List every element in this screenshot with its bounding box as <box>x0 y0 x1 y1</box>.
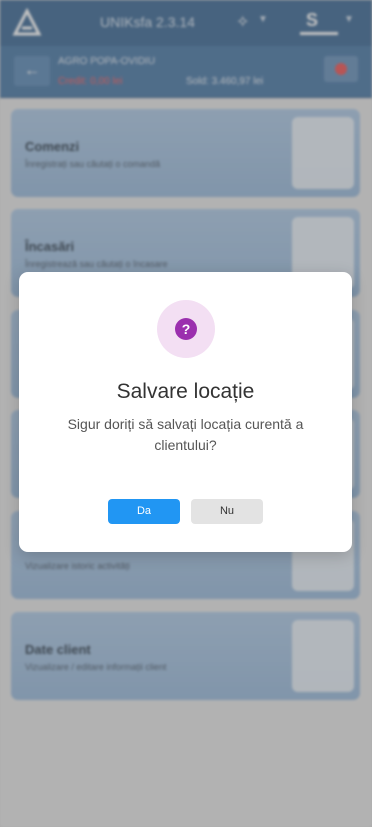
question-icon: ? <box>175 318 197 340</box>
no-button[interactable]: Nu <box>191 499 263 524</box>
question-icon-ring: ? <box>157 300 215 358</box>
yes-button[interactable]: Da <box>108 499 180 524</box>
dialog-message: Sigur doriți să salvați locația curentă … <box>67 416 304 453</box>
save-location-dialog: ? Salvare locație Sigur doriți să salvaț… <box>19 272 352 552</box>
dialog-title: Salvare locație <box>116 380 255 403</box>
